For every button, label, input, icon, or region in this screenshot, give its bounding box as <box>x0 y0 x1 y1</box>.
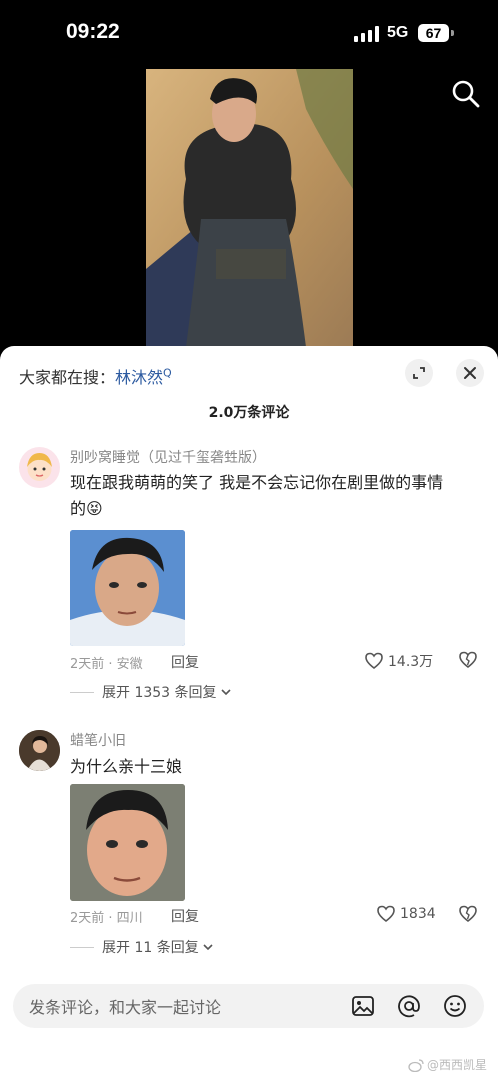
broken-heart-icon[interactable] <box>458 651 478 669</box>
comment-image[interactable] <box>70 530 185 646</box>
comment-sheet: 大家都在搜：林沐然Q 2.0万条评论 别吵窝睡觉（见过千玺砻甡版） 现在跟我萌萌… <box>0 346 498 1080</box>
smile-icon[interactable] <box>442 993 468 1019</box>
expand-replies-label: 展开 1353 条回复 <box>102 685 217 701</box>
divider-line <box>70 691 94 693</box>
hot-search-prefix: 大家都在搜： <box>19 368 116 387</box>
comment-image[interactable] <box>70 784 185 901</box>
reply-button[interactable]: 回复 <box>171 906 199 926</box>
video-thumbnail[interactable] <box>146 69 353 347</box>
watermark: @西西凯星 <box>408 1056 487 1073</box>
like-count: 14.3万 <box>388 654 434 670</box>
battery-icon: 67 <box>418 24 449 42</box>
clock: 09:22 <box>66 20 120 43</box>
status-bar: 09:22 5G 67 <box>0 0 498 64</box>
battery-tip <box>451 30 454 36</box>
reply-button[interactable]: 回复 <box>171 652 199 672</box>
expand-replies[interactable]: 展开 11 条回复 <box>70 937 214 957</box>
like-button[interactable]: 14.3万 <box>364 651 433 671</box>
avatar[interactable] <box>19 447 60 488</box>
broken-heart-icon[interactable] <box>458 905 478 923</box>
comment-count: 2.0万条评论 <box>208 405 290 421</box>
hot-search-term[interactable]: 林沐然 <box>115 368 163 387</box>
comment-username[interactable]: 蜡笔小旧 <box>70 730 126 750</box>
weibo-logo-icon <box>408 1058 424 1072</box>
divider-line <box>70 946 94 948</box>
comment-input-bar <box>13 984 484 1030</box>
comment-text-line: 为什么亲十三娘 <box>70 757 183 776</box>
comment-username[interactable]: 别吵窝睡觉（见过千玺砻甡版） <box>70 447 266 467</box>
image-icon[interactable] <box>350 993 376 1019</box>
heart-icon <box>377 905 395 923</box>
watermark-text: @西西凯星 <box>427 1058 488 1072</box>
signal-icon <box>354 26 380 42</box>
comment-meta: 2天前 · 安徽 <box>70 657 143 672</box>
search-small-icon: Q <box>163 366 172 380</box>
grin-emoji: 😝 <box>86 499 103 518</box>
close-icon <box>464 367 476 379</box>
expand-replies[interactable]: 展开 1353 条回复 <box>70 682 232 702</box>
comment-text: 现在跟我萌萌的笑了 我是不会忘记你在剧里做的事情 的😝 <box>70 470 480 522</box>
expand-replies-label: 展开 11 条回复 <box>102 940 199 956</box>
comment-input[interactable] <box>27 984 331 1030</box>
comment-text-line-2: 的😝 <box>70 496 480 522</box>
like-button[interactable]: 1834 <box>376 905 436 923</box>
expand-button[interactable] <box>405 359 433 387</box>
comment-text: 为什么亲十三娘 <box>70 754 480 780</box>
comment-text-tail: 的 <box>70 499 87 518</box>
chevron-down-icon <box>203 944 213 951</box>
network-label: 5G <box>387 24 409 41</box>
at-icon[interactable] <box>396 993 422 1019</box>
expand-icon <box>413 367 425 379</box>
comment-meta: 2天前 · 四川 <box>70 911 143 926</box>
heart-icon <box>365 652 383 670</box>
like-count: 1834 <box>400 906 436 922</box>
avatar[interactable] <box>19 730 60 771</box>
hot-search[interactable]: 大家都在搜：林沐然Q <box>19 364 172 388</box>
search-icon[interactable] <box>451 79 481 109</box>
chevron-down-icon <box>220 689 231 696</box>
close-button[interactable] <box>456 359 484 387</box>
comment-text-line: 现在跟我萌萌的笑了 我是不会忘记你在剧里做的事情 <box>70 473 444 492</box>
